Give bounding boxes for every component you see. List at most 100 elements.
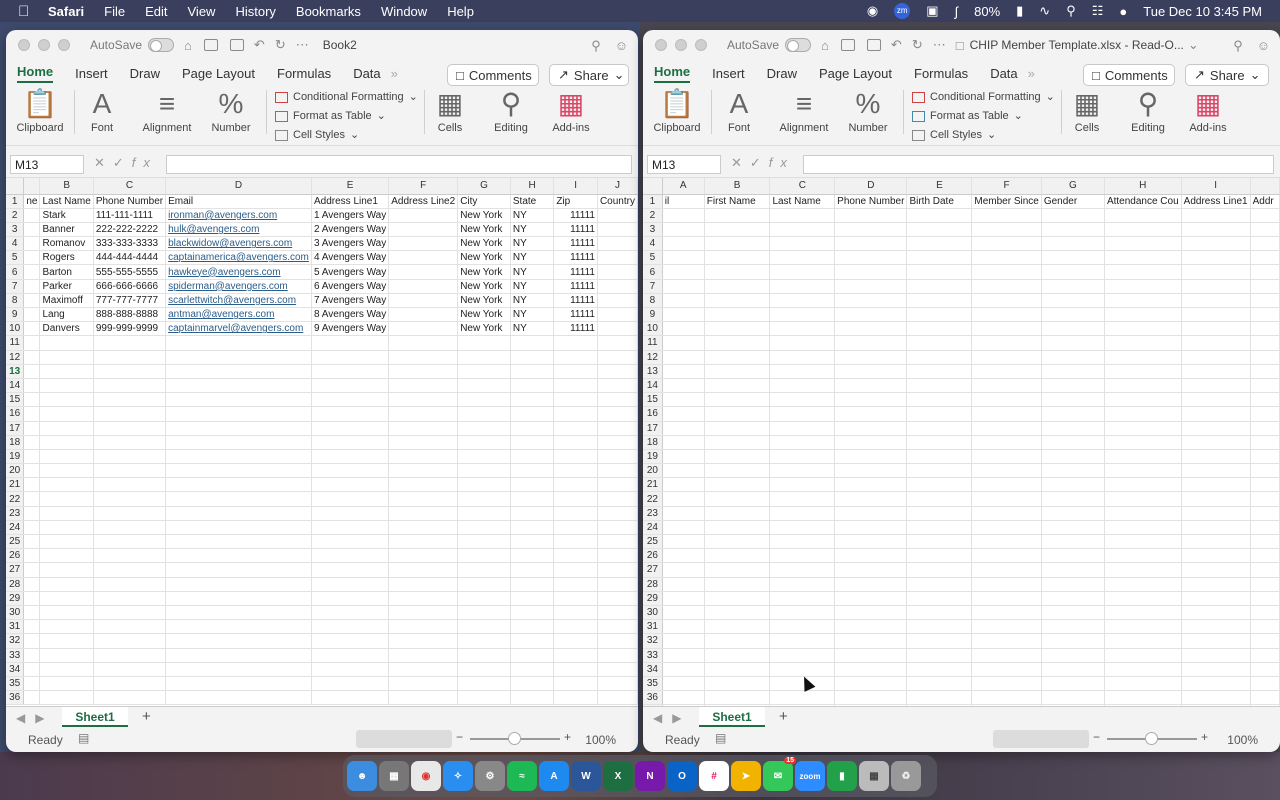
cell[interactable]: Address Line1 <box>1181 194 1251 209</box>
cell[interactable] <box>553 548 598 564</box>
cell[interactable] <box>971 392 1042 408</box>
cell[interactable] <box>704 591 771 606</box>
share-people-icon[interactable]: ☺ <box>615 38 628 54</box>
conditional-formatting-button[interactable]: Conditional Formatting ⌄ <box>912 88 1055 107</box>
cell[interactable] <box>388 463 459 479</box>
tab-home[interactable]: Home <box>654 64 691 83</box>
cell[interactable] <box>1104 648 1182 663</box>
cell[interactable] <box>769 520 836 536</box>
cell[interactable] <box>457 421 511 436</box>
row-header[interactable]: 26 <box>643 548 663 564</box>
sheet-nav-arrows[interactable]: ◀▶ <box>16 711 54 725</box>
cell[interactable] <box>662 335 705 351</box>
sheet-tab-sheet1[interactable]: Sheet1 <box>699 707 765 727</box>
cell[interactable] <box>1104 619 1182 635</box>
cell[interactable] <box>388 208 459 223</box>
cell[interactable] <box>39 633 94 649</box>
tab-formulas[interactable]: Formulas <box>277 66 331 81</box>
cell[interactable] <box>597 421 638 436</box>
cell[interactable] <box>769 250 836 266</box>
row-header[interactable]: 28 <box>6 577 25 592</box>
cell[interactable]: New York <box>457 321 511 337</box>
cell[interactable] <box>597 222 638 238</box>
cell[interactable] <box>39 562 94 578</box>
row-header[interactable]: 14 <box>6 378 25 394</box>
cell[interactable] <box>457 591 511 606</box>
menu-clock[interactable]: Tue Dec 10 3:45 PM <box>1143 4 1262 19</box>
cell[interactable] <box>597 307 638 323</box>
cell[interactable] <box>769 392 836 408</box>
row-header[interactable]: 13 <box>6 364 25 379</box>
cell[interactable]: New York <box>457 264 511 280</box>
cell[interactable] <box>1041 392 1105 408</box>
cell[interactable] <box>1041 548 1105 564</box>
cell[interactable]: Gender <box>1041 194 1105 209</box>
cell[interactable] <box>457 690 511 706</box>
cell[interactable] <box>1104 350 1182 365</box>
cell[interactable] <box>971 491 1042 507</box>
row-header[interactable]: 24 <box>643 520 663 536</box>
cell[interactable] <box>39 690 94 706</box>
cell[interactable] <box>1181 690 1251 706</box>
cell[interactable]: City <box>457 194 511 209</box>
cell[interactable]: NY <box>510 307 555 323</box>
cell[interactable] <box>23 421 41 436</box>
cell[interactable] <box>906 491 973 507</box>
cell[interactable] <box>93 690 167 706</box>
cell[interactable]: Phone Number <box>834 194 908 209</box>
cell[interactable] <box>1250 208 1280 223</box>
cell[interactable] <box>165 548 312 564</box>
cell[interactable]: Address Line2 <box>388 194 459 209</box>
cell[interactable] <box>834 506 908 521</box>
format-as-table-button[interactable]: Format as Table ⌄ <box>912 107 1055 126</box>
cell[interactable] <box>457 662 511 677</box>
cell[interactable] <box>311 421 390 436</box>
view-buttons[interactable] <box>356 730 452 748</box>
cell[interactable] <box>834 250 908 266</box>
row-header[interactable]: 36 <box>6 690 25 706</box>
zoom-app-icon[interactable]: zoom <box>795 761 825 791</box>
cell[interactable] <box>553 463 598 479</box>
cell[interactable] <box>662 690 705 706</box>
cell[interactable] <box>906 222 973 238</box>
more-tabs-icon[interactable]: » <box>391 66 398 81</box>
cell[interactable] <box>388 406 459 422</box>
cell[interactable] <box>662 605 705 621</box>
cell[interactable] <box>39 392 94 408</box>
cell[interactable] <box>662 477 705 493</box>
cell[interactable] <box>971 577 1042 592</box>
cell[interactable]: 222-222-2222 <box>93 222 167 238</box>
cell[interactable] <box>39 350 94 365</box>
cell[interactable] <box>704 406 771 422</box>
cell[interactable] <box>906 392 973 408</box>
cell[interactable]: ironman@avengers.com <box>165 208 312 223</box>
cell[interactable] <box>388 633 459 649</box>
row-header[interactable]: 20 <box>6 463 25 479</box>
zoom-menu-icon[interactable]: zm <box>894 3 911 19</box>
cell[interactable] <box>165 421 312 436</box>
cell[interactable] <box>553 435 598 450</box>
cell[interactable] <box>1250 477 1280 493</box>
cell[interactable] <box>597 577 638 592</box>
cell[interactable] <box>834 676 908 692</box>
row-header[interactable]: 34 <box>643 662 663 677</box>
cell[interactable] <box>971 364 1042 379</box>
select-all-corner[interactable] <box>6 178 25 195</box>
cell[interactable] <box>662 619 705 635</box>
cell[interactable] <box>971 350 1042 365</box>
cell[interactable] <box>971 279 1042 294</box>
cell[interactable] <box>906 591 973 606</box>
cell[interactable]: NY <box>510 293 555 309</box>
cell[interactable]: antman@avengers.com <box>165 307 312 323</box>
cell[interactable]: Email <box>165 194 312 209</box>
column-header[interactable]: H <box>1104 178 1182 195</box>
more-icon[interactable]: ⋯ <box>933 37 946 53</box>
cell[interactable] <box>1104 548 1182 564</box>
format-as-table-button[interactable]: Format as Table ⌄ <box>275 107 418 126</box>
cell[interactable] <box>906 208 973 223</box>
row-header[interactable]: 35 <box>6 676 25 692</box>
cell[interactable] <box>971 633 1042 649</box>
cell[interactable] <box>510 619 555 635</box>
cell[interactable] <box>311 577 390 592</box>
app-store-icon[interactable]: A <box>539 761 569 791</box>
